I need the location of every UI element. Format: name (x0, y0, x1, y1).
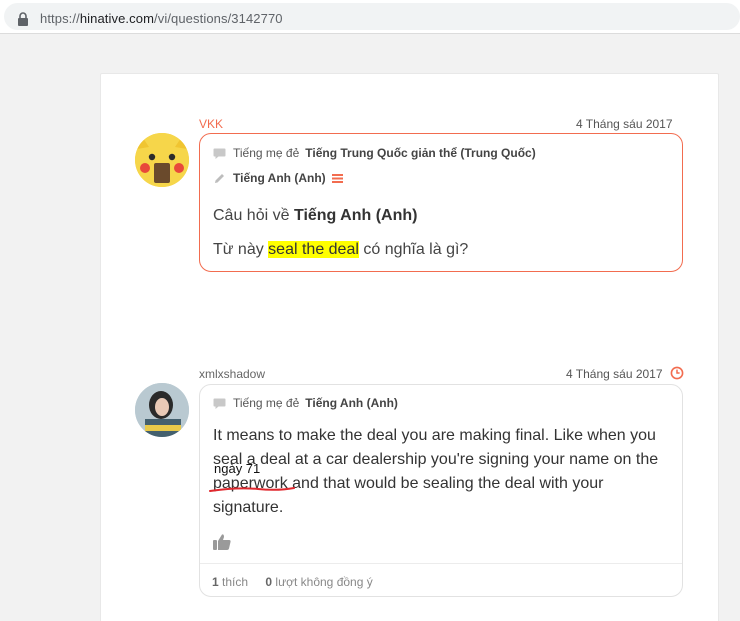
reaction-counts: 1 thích 0 lượt không đồng ý (212, 575, 373, 589)
question-avatar[interactable] (135, 133, 189, 187)
native-language-row: Tiếng mẹ đẻ Tiếng Trung Quốc giản thể (T… (213, 146, 536, 160)
speech-bubble-icon (213, 398, 226, 409)
answer-footer-divider (200, 563, 682, 564)
likes-count: 1 (212, 575, 219, 589)
question-highlight: seal the deal (268, 241, 359, 258)
url-text: https://hinative.com/vi/questions/314277… (40, 11, 283, 26)
native-language: Tiếng Trung Quốc giản thể (Trung Quốc) (305, 146, 536, 160)
native-label: Tiếng mẹ đẻ (233, 146, 300, 160)
url-field[interactable]: https://hinative.com/vi/questions/314277… (4, 3, 740, 30)
question-date: 4 Tháng sáu 2017 (576, 117, 673, 131)
level-bars-icon (331, 173, 343, 183)
browser-address-bar: https://hinative.com/vi/questions/314277… (0, 0, 740, 34)
url-host: hinative.com (79, 11, 155, 26)
answer-date: 4 Tháng sáu 2017 (566, 367, 663, 381)
lock-icon (18, 12, 28, 26)
red-underline-annotation (209, 487, 295, 492)
answer-text: It means to make the deal you are making… (213, 427, 659, 516)
question-about-label: Câu hỏi về (213, 207, 290, 224)
disagree-label: lượt không đồng ý (275, 575, 373, 589)
question-topic: Câu hỏi về Tiếng Anh (Anh) (213, 207, 417, 225)
learning-language-row: Tiếng Anh (Anh) (213, 171, 343, 185)
answer-native-language: Tiếng Anh (Anh) (305, 396, 398, 410)
likes[interactable]: 1 thích (212, 575, 248, 589)
question-about-language: Tiếng Anh (Anh) (293, 207, 418, 224)
answer-avatar[interactable] (135, 383, 189, 437)
answer-native-language-row: Tiếng mẹ đẻ Tiếng Anh (Anh) (213, 396, 398, 410)
handwritten-annotation: ngày 71 (214, 461, 261, 476)
likes-label: thích (222, 575, 249, 589)
disagree-count: 0 (265, 575, 273, 589)
answer-native-label: Tiếng mẹ đẻ (233, 396, 300, 410)
question-text-before: Từ này (213, 241, 269, 258)
speech-bubble-icon (213, 148, 226, 159)
profile-photo-image (135, 383, 189, 437)
answer-username[interactable]: xmlxshadow (199, 367, 265, 381)
clock-icon[interactable] (670, 366, 684, 380)
thumbs-up-icon[interactable] (212, 533, 232, 551)
pikachu-avatar-image (135, 133, 189, 187)
disagrees[interactable]: 0 lượt không đồng ý (265, 575, 372, 589)
url-path: /vi/questions/3142770 (154, 11, 283, 26)
question-username[interactable]: VKK (199, 117, 223, 131)
question-text-after: có nghĩa là gì? (358, 241, 469, 258)
question-text: Từ này seal the deal có nghĩa là gì? (213, 241, 468, 259)
learning-language: Tiếng Anh (Anh) (233, 171, 326, 185)
pencil-icon (215, 173, 224, 183)
url-prefix: https:// (40, 11, 80, 26)
